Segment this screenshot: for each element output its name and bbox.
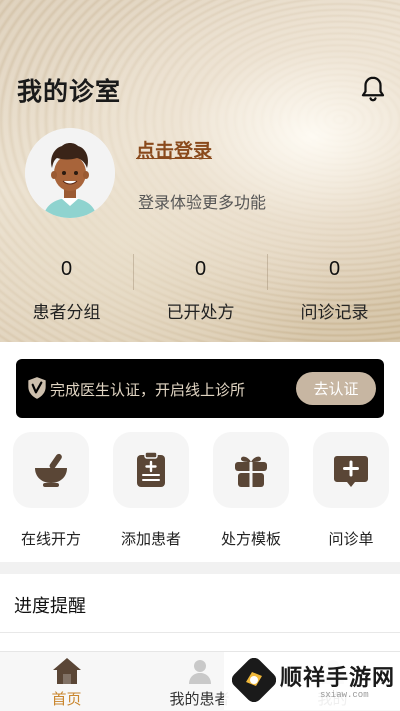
chat-plus-icon	[334, 456, 368, 487]
stat-label: 问诊记录	[300, 303, 369, 322]
clipboard-add-icon	[137, 451, 165, 487]
tool-tile[interactable]	[13, 432, 89, 508]
section-divider	[0, 632, 400, 633]
section-divider	[0, 562, 400, 574]
verified-shield-icon	[28, 377, 46, 399]
login-link[interactable]: 点击登录	[136, 136, 212, 163]
watermark-text: 顺祥手游网	[280, 665, 396, 690]
progress-reminder-title: 进度提醒	[14, 596, 86, 616]
header-banner: 我的诊室 点击登录 登录体验更多功能 0 患者分组 0 已开处方 0 问诊记录	[0, 0, 400, 342]
stat-consult-records[interactable]: 0 问诊记录	[268, 258, 400, 323]
tool-label: 在线开方	[20, 531, 81, 548]
go-certify-button[interactable]: 去认证	[296, 372, 376, 405]
tool-online-prescription[interactable]: 在线开方	[12, 432, 90, 549]
avatar[interactable]	[25, 128, 115, 218]
certification-text: 完成医生认证，开启线上诊所	[50, 382, 246, 399]
certification-banner[interactable]: 完成医生认证，开启线上诊所 去认证	[16, 359, 384, 418]
stat-patient-groups[interactable]: 0 患者分组	[0, 258, 133, 323]
tool-label: 添加患者	[120, 531, 181, 548]
patients-icon	[188, 660, 211, 684]
tool-tile[interactable]	[113, 432, 189, 508]
page-title: 我的诊室	[17, 78, 122, 106]
tool-prescription-template[interactable]: 处方模板	[212, 432, 290, 549]
stat-value: 0	[60, 258, 73, 280]
login-subtitle: 登录体验更多功能	[138, 195, 267, 212]
tool-tile[interactable]	[213, 432, 289, 508]
tab-home[interactable]: 首页	[0, 652, 133, 711]
home-icon	[52, 658, 81, 684]
stat-value: 0	[328, 258, 341, 280]
site-watermark: 顺祥手游网 sxiaw.com	[224, 652, 400, 710]
tool-tile[interactable]	[313, 432, 389, 508]
tab-label: 首页	[51, 691, 82, 708]
stat-label: 已开处方	[166, 303, 235, 322]
stat-prescriptions[interactable]: 0 已开处方	[134, 258, 267, 323]
doctor-avatar	[25, 128, 115, 218]
watermark-url: sxiaw.com	[320, 690, 369, 700]
stat-label: 患者分组	[32, 303, 101, 322]
mortar-pestle-icon	[35, 453, 67, 487]
gift-box-icon	[235, 456, 267, 487]
watermark-logo-icon	[232, 658, 276, 702]
tool-label: 问诊单	[328, 531, 374, 548]
tool-add-patient[interactable]: 添加患者	[112, 432, 190, 549]
bell-icon[interactable]	[358, 74, 388, 104]
tool-consult-form[interactable]: 问诊单	[312, 432, 390, 549]
tool-label: 处方模板	[220, 531, 281, 548]
stat-value: 0	[194, 258, 207, 280]
